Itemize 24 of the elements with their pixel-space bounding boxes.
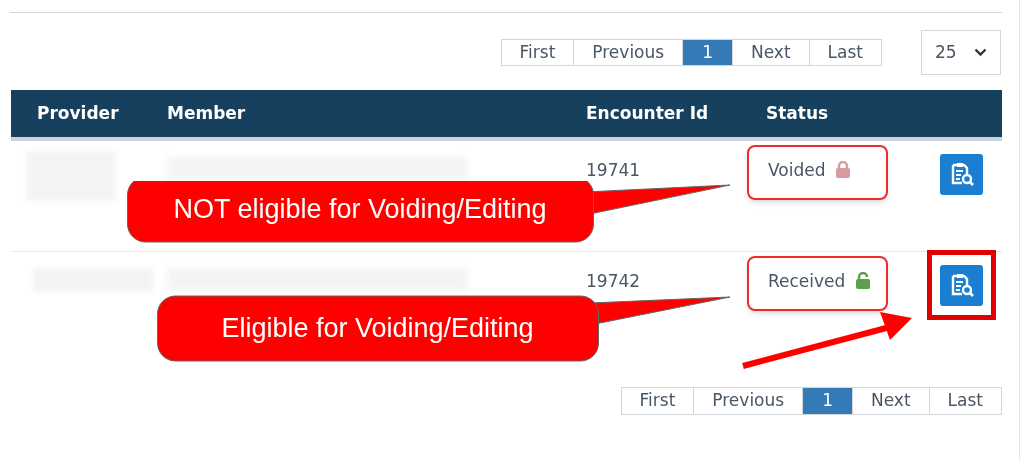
pager-button[interactable]: 1 (802, 387, 853, 415)
pager-button[interactable]: Previous (693, 387, 804, 415)
table-cell: 19741 (586, 160, 641, 180)
column-header: Status (766, 102, 829, 123)
pager-button[interactable]: Next (851, 387, 930, 415)
table-cell: 19742 (586, 271, 641, 291)
pager-button[interactable]: 1 (682, 38, 733, 67)
pager-button[interactable]: Next (731, 38, 810, 67)
column-header: Member (167, 102, 246, 123)
chevron-down-icon (974, 48, 987, 57)
column-header: Encounter Id (586, 102, 709, 123)
page-size-select[interactable]: 25 (921, 30, 1001, 75)
pager-button[interactable]: Last (808, 38, 882, 67)
status-text: Voided (768, 159, 826, 182)
status-text: Received (768, 270, 846, 293)
callout-text: Eligible for Voiding/Editing (221, 312, 534, 346)
column-header: Provider (37, 102, 119, 123)
pager-button[interactable]: Previous (573, 38, 684, 67)
pager-button[interactable]: Last (928, 387, 1002, 415)
view-details-button[interactable] (940, 153, 983, 195)
view-details-button[interactable] (940, 264, 983, 306)
pager-button[interactable]: First (620, 387, 695, 415)
callout-text: NOT eligible for Voiding/Editing (173, 193, 547, 227)
pager-button[interactable]: First (500, 38, 575, 67)
